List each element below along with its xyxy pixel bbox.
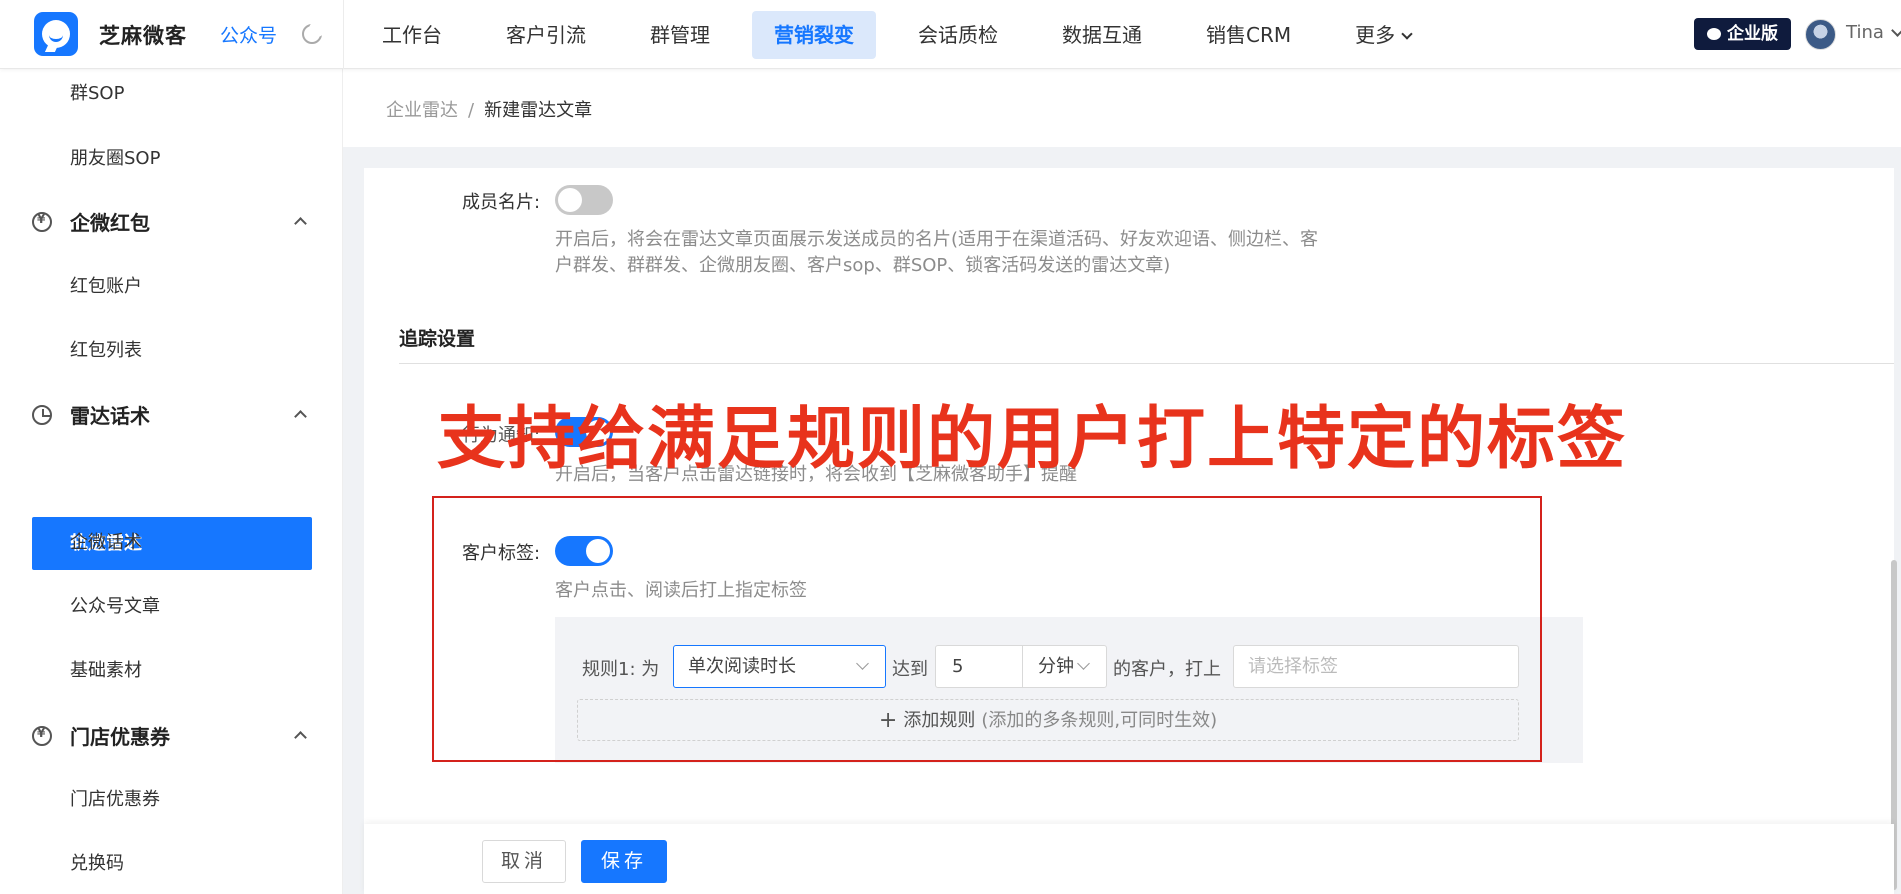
chevron-up-icon[interactable] — [294, 731, 307, 744]
sidebar-group-radar[interactable]: 雷达话术 — [32, 400, 150, 429]
redpacket-icon — [32, 211, 52, 232]
breadcrumb-current: 新建雷达文章 — [484, 100, 593, 121]
radar-icon — [32, 404, 52, 425]
nav-item-group-management[interactable]: 群管理 — [628, 11, 732, 59]
edition-label: 企业版 — [1727, 24, 1778, 44]
breadcrumb: 企业雷达 / 新建雷达文章 — [386, 96, 592, 122]
app-logo-icon[interactable] — [34, 12, 78, 56]
sidebar-group-store-coupon[interactable]: 门店优惠券 — [32, 721, 170, 750]
breadcrumb-separator: / — [468, 100, 475, 121]
sidebar-group-label: 雷达话术 — [70, 404, 150, 428]
save-button[interactable]: 保存 — [581, 840, 667, 883]
enterprise-edition-badge[interactable]: 企业版 — [1694, 18, 1791, 50]
nav-divider — [343, 0, 344, 69]
sidebar-item-redpacket-list[interactable]: 红包列表 — [70, 336, 142, 362]
nav-item-label: 工作台 — [382, 22, 442, 47]
chat-bubble-icon — [1707, 28, 1721, 40]
breadcrumb-bar: 企业雷达 / 新建雷达文章 — [343, 69, 1901, 147]
sidebar-group-redpacket[interactable]: 企微红包 — [32, 207, 150, 236]
nav-item-label: 数据互通 — [1062, 22, 1142, 47]
sidebar-item-official-articles[interactable]: 公众号文章 — [70, 592, 160, 618]
form-footer: 取消 保存 — [364, 824, 1894, 894]
member-card-label: 成员名片: — [462, 192, 541, 213]
chevron-up-icon[interactable] — [294, 410, 307, 423]
member-card-switch[interactable] — [555, 185, 613, 215]
cancel-button[interactable]: 取消 — [482, 840, 566, 883]
nav-item-label: 客户引流 — [506, 22, 586, 47]
nav-item-label: 会话质检 — [918, 22, 998, 47]
brand-name: 芝麻微客 — [99, 24, 187, 48]
member-card-desc-line2: 户群发、群群发、企微朋友圈、客户sop、群SOP、锁客活码发送的雷达文章) — [555, 255, 1171, 276]
chevron-down-icon — [1401, 27, 1413, 40]
nav-item-session-qa[interactable]: 会话质检 — [896, 11, 1020, 59]
chevron-down-icon[interactable] — [1891, 24, 1901, 37]
moon-icon[interactable] — [302, 21, 325, 44]
main-nav: 工作台 客户引流 群管理 营销裂变 会话质检 数据互通 销售CRM 更多 — [360, 0, 1453, 69]
nav-item-customer-acquisition[interactable]: 客户引流 — [484, 11, 608, 59]
chevron-up-icon[interactable] — [294, 217, 307, 230]
sidebar-item-store-coupon[interactable]: 门店优惠券 — [70, 785, 160, 811]
sidebar-item-redeem-code[interactable]: 兑换码 — [70, 849, 124, 875]
avatar[interactable] — [1805, 19, 1836, 50]
nav-item-workbench[interactable]: 工作台 — [360, 11, 464, 59]
user-name[interactable]: Tina — [1846, 22, 1884, 43]
sidebar-item-moments-sop[interactable]: 朋友圈SOP — [70, 144, 160, 170]
member-card-desc-line1: 开启后，将会在雷达文章页面展示发送成员的名片(适用于在渠道活码、好友欢迎语、侧边… — [555, 229, 1319, 250]
highlight-annotation-box — [432, 496, 1542, 762]
nav-item-label: 群管理 — [650, 22, 710, 47]
breadcrumb-parent[interactable]: 企业雷达 — [386, 100, 458, 121]
nav-item-label: 营销裂变 — [774, 22, 854, 47]
nav-item-more[interactable]: 更多 — [1333, 11, 1433, 59]
nav-item-label: 销售CRM — [1206, 22, 1292, 47]
tracking-section-title: 追踪设置 — [399, 328, 476, 350]
top-navigation-bar: 芝麻微客 公众号 工作台 客户引流 群管理 营销裂变 会话质检 数据互通 销售C… — [0, 0, 1901, 69]
sidebar-item-basic-materials[interactable]: 基础素材 — [70, 656, 142, 682]
coupon-icon — [32, 725, 52, 746]
sidebar-group-label: 企微红包 — [70, 211, 150, 235]
annotation-banner: 支持给满足规则的用户打上特定的标签 — [437, 400, 1628, 479]
sidebar-group-label: 门店优惠券 — [70, 725, 170, 749]
sidebar-item-wecom-script[interactable]: 企微话术 — [70, 528, 142, 554]
nav-item-data-sync[interactable]: 数据互通 — [1040, 11, 1164, 59]
nav-item-label: 更多 — [1355, 22, 1396, 47]
sidebar-item-redpacket-account[interactable]: 红包账户 — [70, 272, 142, 298]
nav-item-sales-crm[interactable]: 销售CRM — [1184, 11, 1313, 59]
section-divider — [399, 363, 1894, 364]
nav-item-marketing[interactable]: 营销裂变 — [752, 10, 876, 59]
official-account-link[interactable]: 公众号 — [220, 21, 277, 48]
sidebar-item-group-sop[interactable]: 群SOP — [70, 79, 124, 105]
sidebar: 群SOP 朋友圈SOP 企微红包 红包账户 红包列表 雷达话术 轨迹雷达 企微话… — [0, 69, 343, 894]
